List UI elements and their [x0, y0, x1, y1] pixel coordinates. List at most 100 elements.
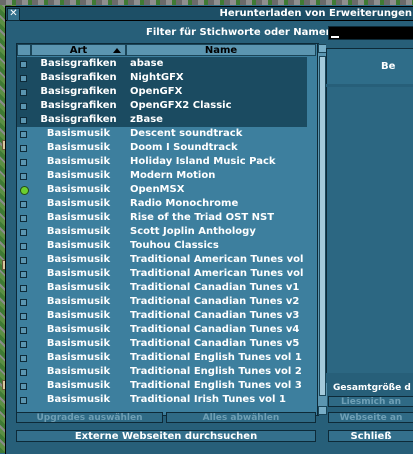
list-item-name: Traditional English Tunes vol 2: [130, 366, 302, 377]
not-installed-status-icon[interactable]: [20, 383, 27, 390]
column-header-select[interactable]: [17, 44, 31, 56]
list-item[interactable]: Basismusik Modern Motion: [17, 169, 307, 183]
list-item-name: Traditional American Tunes vol: [130, 254, 304, 265]
not-installed-status-icon[interactable]: [20, 215, 27, 222]
not-installed-status-icon[interactable]: [20, 299, 27, 306]
list-item-type: Basismusik: [46, 142, 111, 153]
list-item-type: Basismusik: [46, 226, 111, 237]
list-item[interactable]: Basismusik Descent soundtrack: [17, 127, 307, 141]
external-websites-button[interactable]: Externe Webseiten durchsuchen: [16, 430, 316, 442]
not-installed-status-icon[interactable]: [20, 173, 27, 180]
list-item[interactable]: Basismusik Doom I Soundtrack: [17, 141, 307, 155]
list-item-name: Doom I Soundtrack: [130, 142, 238, 153]
list-item-type: Basismusik: [46, 268, 111, 279]
not-installed-status-icon[interactable]: [20, 355, 27, 362]
list-rows: Basisgrafiken abase Basisgrafiken NightGFX B…: [17, 57, 307, 407]
list-item[interactable]: Basisgrafiken OpenGFX2 Classic: [17, 99, 307, 113]
list-item-type: Basismusik: [46, 352, 111, 363]
list-item-type: Basismusik: [46, 184, 111, 195]
deselect-all-button[interactable]: Alles abwählen: [166, 412, 316, 423]
list-item-type: Basismusik: [46, 394, 111, 405]
not-installed-status-icon[interactable]: [20, 229, 27, 236]
website-button[interactable]: Webseite an: [328, 412, 413, 423]
content-list: Art Name Basisgrafiken abase Basisgrafiken…: [16, 43, 327, 416]
not-installed-status-icon[interactable]: [20, 397, 27, 404]
installed-status-icon[interactable]: [20, 186, 29, 195]
list-item-name: Touhou Classics: [130, 240, 219, 251]
not-installed-status-icon[interactable]: [20, 257, 27, 264]
not-installed-status-icon[interactable]: [20, 117, 27, 124]
not-installed-status-icon[interactable]: [20, 103, 27, 110]
list-item-name: Traditional American Tunes vol: [130, 268, 304, 279]
not-installed-status-icon[interactable]: [20, 75, 27, 82]
list-item[interactable]: Basismusik Traditional Canadian Tunes v2: [17, 295, 307, 309]
not-installed-status-icon[interactable]: [20, 61, 27, 68]
list-item[interactable]: Basismusik Traditional American Tunes vol: [17, 267, 307, 281]
list-item-type: Basisgrafiken: [40, 100, 117, 111]
not-installed-status-icon[interactable]: [20, 313, 27, 320]
not-installed-status-icon[interactable]: [20, 285, 27, 292]
list-item[interactable]: Basismusik Radio Monochrome: [17, 197, 307, 211]
list-item-name: OpenGFX2 Classic: [130, 100, 232, 111]
list-item-type: Basisgrafiken: [40, 86, 117, 97]
list-item[interactable]: Basismusik Holiday Island Music Pack: [17, 155, 307, 169]
column-header-name[interactable]: Name: [126, 44, 316, 56]
not-installed-status-icon[interactable]: [20, 341, 27, 348]
list-item[interactable]: Basisgrafiken zBase: [17, 113, 307, 127]
list-item-name: Traditional Canadian Tunes v3: [130, 310, 300, 321]
not-installed-status-icon[interactable]: [20, 327, 27, 334]
list-item[interactable]: Basisgrafiken abase: [17, 57, 307, 71]
scroll-thumb[interactable]: [319, 56, 326, 396]
list-item[interactable]: Basismusik Traditional English Tunes vol …: [17, 379, 307, 393]
close-icon[interactable]: ✕: [7, 8, 20, 21]
list-item[interactable]: Basismusik Traditional English Tunes vol …: [17, 365, 307, 379]
list-item-type: Basismusik: [46, 198, 111, 209]
scroll-down-arrow-icon[interactable]: [318, 406, 327, 415]
not-installed-status-icon[interactable]: [20, 159, 27, 166]
not-installed-status-icon[interactable]: [20, 243, 27, 250]
close-button[interactable]: Schließ: [328, 430, 413, 442]
list-item[interactable]: Basismusik Traditional Canadian Tunes v5: [17, 337, 307, 351]
list-item-type: Basismusik: [46, 212, 111, 223]
list-item-type: Basismusik: [46, 254, 111, 265]
list-item[interactable]: Basismusik Traditional American Tunes vol: [17, 253, 307, 267]
details-panel: Be: [326, 43, 413, 383]
not-installed-status-icon[interactable]: [20, 89, 27, 96]
list-item-name: Traditional Canadian Tunes v1: [130, 282, 300, 293]
list-item-type: Basismusik: [46, 380, 111, 391]
list-item-name: abase: [130, 58, 164, 69]
list-item[interactable]: Basismusik Traditional Canadian Tunes v1: [17, 281, 307, 295]
list-item-name: Scott Joplin Anthology: [130, 226, 256, 237]
list-item-type: Basismusik: [46, 310, 111, 321]
list-item[interactable]: Basismusik Touhou Classics: [17, 239, 307, 253]
list-item[interactable]: Basisgrafiken OpenGFX: [17, 85, 307, 99]
list-item[interactable]: Basismusik Scott Joplin Anthology: [17, 225, 307, 239]
list-item[interactable]: Basismusik Traditional Canadian Tunes v4: [17, 323, 307, 337]
list-item[interactable]: Basismusik OpenMSX: [17, 183, 307, 197]
list-item[interactable]: Basismusik Traditional Irish Tunes vol 1: [17, 393, 307, 407]
list-item[interactable]: Basismusik Traditional Canadian Tunes v3: [17, 309, 307, 323]
list-item-name: zBase: [130, 114, 163, 125]
readme-button[interactable]: Liesmich an: [328, 396, 413, 407]
game-map-top-strip: [0, 0, 413, 5]
column-header-type[interactable]: Art: [31, 44, 126, 56]
list-item-name: Traditional Canadian Tunes v4: [130, 324, 300, 335]
details-info-box: Be: [326, 48, 413, 84]
list-item-name: Traditional English Tunes vol 3: [130, 380, 302, 391]
list-item-type: Basismusik: [46, 170, 111, 181]
not-installed-status-icon[interactable]: [20, 131, 27, 138]
list-item[interactable]: Basismusik Rise of the Triad OST NST: [17, 211, 307, 225]
select-upgrades-button[interactable]: Upgrades auswählen: [16, 412, 163, 423]
list-item-type: Basismusik: [46, 128, 111, 139]
not-installed-status-icon[interactable]: [20, 369, 27, 376]
list-item-name: Traditional Canadian Tunes v2: [130, 296, 300, 307]
list-item[interactable]: Basisgrafiken NightGFX: [17, 71, 307, 85]
not-installed-status-icon[interactable]: [20, 145, 27, 152]
list-item-name: Traditional English Tunes vol 1: [130, 352, 302, 363]
window-titlebar[interactable]: ✕ Herunterladen von Erweiterungen: [6, 7, 413, 21]
not-installed-status-icon[interactable]: [20, 271, 27, 278]
list-item[interactable]: Basismusik Traditional English Tunes vol …: [17, 351, 307, 365]
not-installed-status-icon[interactable]: [20, 201, 27, 208]
content-download-window: ✕ Herunterladen von Erweiterungen Filter…: [5, 6, 413, 454]
filter-input[interactable]: [328, 26, 413, 40]
